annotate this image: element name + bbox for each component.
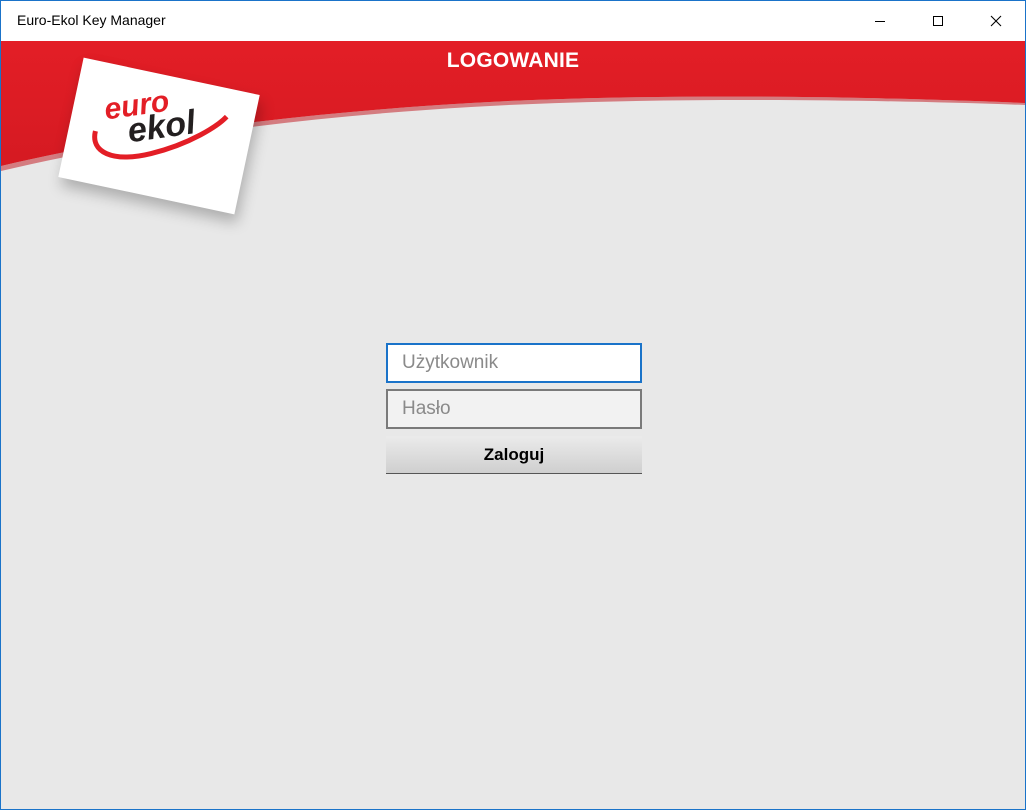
- close-button[interactable]: [967, 1, 1025, 41]
- password-input[interactable]: [386, 389, 642, 429]
- header-banner: LOGOWANIE euro ekol: [1, 41, 1025, 215]
- login-button[interactable]: Zaloguj: [386, 436, 642, 474]
- close-icon: [990, 15, 1002, 27]
- title-bar[interactable]: Euro-Ekol Key Manager: [1, 1, 1025, 41]
- window-title: Euro-Ekol Key Manager: [17, 12, 166, 28]
- minimize-icon: [875, 21, 885, 22]
- euro-ekol-logo: euro ekol: [92, 85, 229, 160]
- app-window: Euro-Ekol Key Manager LOGOWANIE euro eko…: [0, 0, 1026, 810]
- minimize-button[interactable]: [851, 1, 909, 41]
- username-input[interactable]: [386, 343, 642, 383]
- maximize-button[interactable]: [909, 1, 967, 41]
- login-form: Zaloguj: [386, 343, 642, 474]
- maximize-icon: [933, 16, 943, 26]
